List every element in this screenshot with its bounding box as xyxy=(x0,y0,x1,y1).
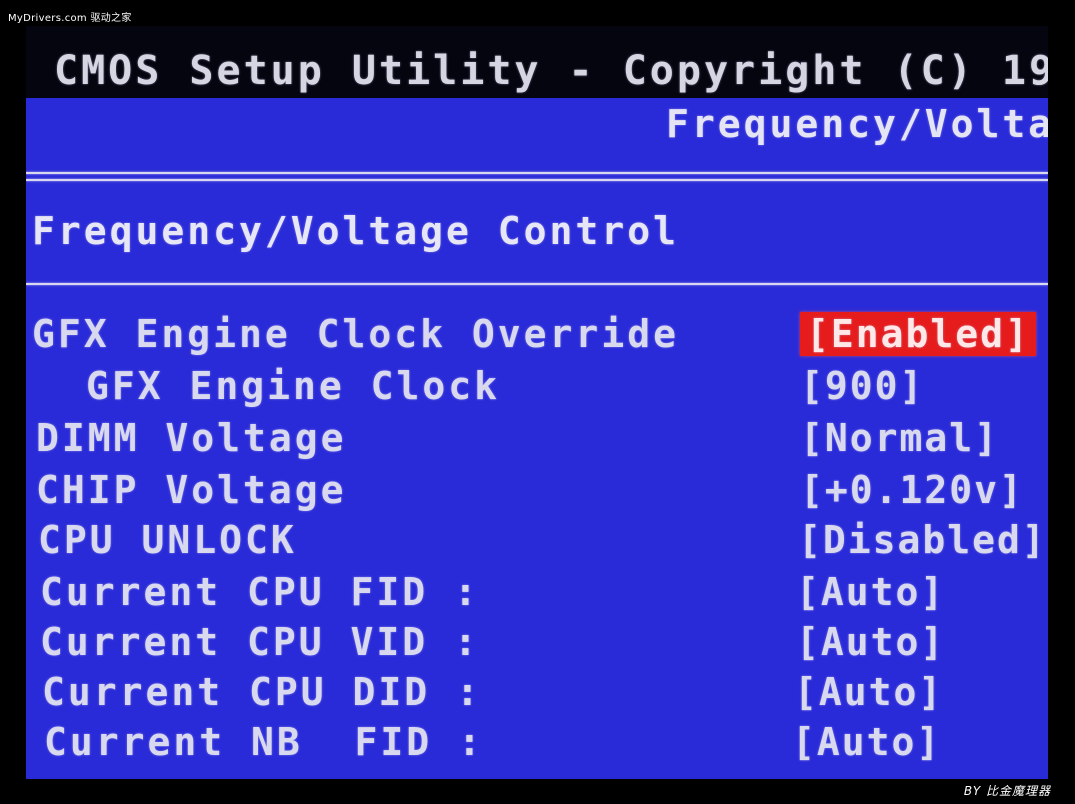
setting-current-cpu-fid[interactable]: Current CPU FID : [Auto] xyxy=(40,570,1040,620)
setting-label: Current CPU VID : xyxy=(40,620,480,664)
page-subtitle: Frequency/Volta xyxy=(666,102,1048,146)
setting-dimm-voltage[interactable]: DIMM Voltage [Normal] xyxy=(36,416,1042,466)
setting-label: Current NB FID : xyxy=(44,720,484,764)
setting-value[interactable]: [Normal] xyxy=(800,416,999,460)
setting-current-nb-fid[interactable]: Current NB FID : [Auto] xyxy=(44,720,1040,770)
setting-label: GFX Engine Clock xyxy=(86,364,501,408)
setting-cpu-unlock[interactable]: CPU UNLOCK [Disabled] xyxy=(38,518,1045,568)
setting-value[interactable]: [Auto] xyxy=(794,670,943,714)
setting-gfx-engine-clock-override[interactable]: GFX Engine Clock Override [Enabled] xyxy=(32,312,1042,362)
setting-label: Current CPU FID : xyxy=(40,570,480,614)
setting-label: Current CPU DID : xyxy=(42,670,482,714)
watermark-text: MyDrivers.com 驱动之家 xyxy=(8,13,132,24)
setting-value-selected[interactable]: [Enabled] xyxy=(800,312,1036,356)
setting-gfx-engine-clock[interactable]: GFX Engine Clock [900] xyxy=(86,364,1042,414)
setting-chip-voltage[interactable]: CHIP Voltage [+0.120v] xyxy=(36,468,1042,518)
setting-current-cpu-did[interactable]: Current CPU DID : [Auto] xyxy=(42,670,1040,720)
header-divider-bottom xyxy=(26,179,1048,181)
section-title: Frequency/Voltage Control xyxy=(32,209,679,253)
setting-value[interactable]: [900] xyxy=(800,364,924,408)
setting-value[interactable]: [Auto] xyxy=(796,620,945,664)
bios-title: CMOS Setup Utility - Copyright (C) 198 xyxy=(54,48,1048,94)
setting-value[interactable]: [Disabled] xyxy=(798,518,1047,562)
title-bar: CMOS Setup Utility - Copyright (C) 198 xyxy=(26,26,1048,98)
setting-value[interactable]: [+0.120v] xyxy=(800,468,1024,512)
section-divider xyxy=(26,283,1048,285)
setting-label: CHIP Voltage xyxy=(36,468,347,512)
bios-screen: CMOS Setup Utility - Copyright (C) 198 F… xyxy=(26,26,1048,779)
setting-current-cpu-vid[interactable]: Current CPU VID : [Auto] xyxy=(40,620,1040,670)
setting-label: CPU UNLOCK xyxy=(38,518,297,562)
header-divider-top xyxy=(26,172,1048,174)
setting-label: GFX Engine Clock Override xyxy=(32,312,679,356)
setting-value[interactable]: [Auto] xyxy=(792,720,941,764)
setting-label: DIMM Voltage xyxy=(36,416,347,460)
photo-credit: BY 比金魔理器 xyxy=(963,784,1051,798)
setting-value[interactable]: [Auto] xyxy=(796,570,945,614)
